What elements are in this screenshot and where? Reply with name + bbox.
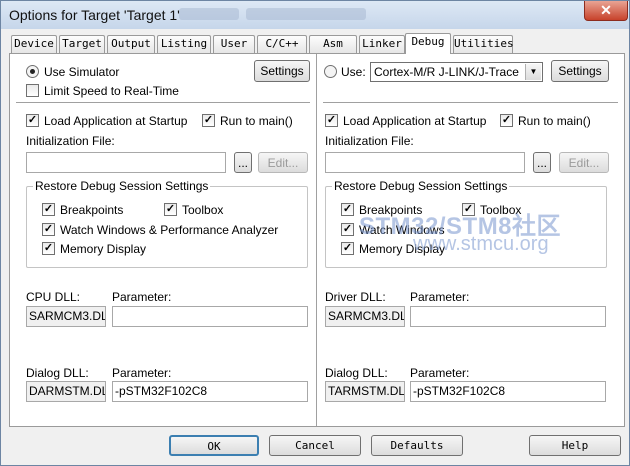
toolbox-label: Toolbox bbox=[182, 203, 224, 217]
cpu-dll-label: CPU DLL: bbox=[26, 290, 81, 304]
dialog-parameter-field[interactable]: -pSTM32F102C8 bbox=[410, 381, 606, 402]
breakpoints-checkbox[interactable]: ✓ bbox=[341, 203, 354, 216]
debugger-select-value: Cortex-M/R J-LINK/J-Trace bbox=[374, 65, 519, 79]
tab-c-cpp[interactable]: C/C++ bbox=[257, 35, 307, 53]
tab-linker[interactable]: Linker bbox=[359, 35, 405, 53]
init-file-browse-button[interactable]: ... bbox=[234, 152, 252, 173]
tab-utilities[interactable]: Utilities bbox=[453, 35, 514, 53]
driver-parameter-field[interactable] bbox=[410, 306, 606, 327]
use-simulator-label: Use Simulator bbox=[44, 65, 120, 79]
help-button[interactable]: Help bbox=[529, 435, 621, 456]
tab-output[interactable]: Output bbox=[107, 35, 155, 53]
tab-asm[interactable]: Asm bbox=[309, 35, 357, 53]
tab-listing[interactable]: Listing bbox=[157, 35, 211, 53]
breakpoints-label: Breakpoints bbox=[60, 203, 124, 217]
blurred-title-area bbox=[246, 8, 366, 20]
ok-button[interactable]: OK bbox=[169, 435, 259, 456]
watch-windows-checkbox[interactable]: ✓ bbox=[42, 223, 55, 236]
init-file-browse-button[interactable]: ... bbox=[533, 152, 551, 173]
cpu-parameter-field[interactable] bbox=[112, 306, 308, 327]
driver-dll-label: Driver DLL: bbox=[325, 290, 386, 304]
blurred-title-area bbox=[179, 8, 239, 20]
driver-dll-field[interactable]: SARMCM3.DLL bbox=[325, 306, 405, 327]
init-file-input[interactable] bbox=[26, 152, 226, 173]
run-to-main-label: Run to main() bbox=[220, 114, 293, 128]
tab-device[interactable]: Device bbox=[11, 35, 57, 53]
title-bar: Options for Target 'Target 1' ✕ bbox=[1, 1, 629, 29]
init-file-edit-button[interactable]: Edit... bbox=[559, 152, 609, 173]
simulator-column: Use Simulator Limit Speed to Real-Time S… bbox=[10, 54, 316, 426]
use-target-radio[interactable] bbox=[324, 65, 337, 78]
init-file-label: Initialization File: bbox=[26, 134, 115, 148]
run-to-main-checkbox[interactable]: ✓ bbox=[500, 114, 513, 127]
debugger-select[interactable]: Cortex-M/R J-LINK/J-Trace ▼ bbox=[370, 62, 543, 82]
separator bbox=[16, 102, 310, 104]
load-app-checkbox[interactable]: ✓ bbox=[325, 114, 338, 127]
init-file-edit-button[interactable]: Edit... bbox=[258, 152, 308, 173]
tab-user[interactable]: User bbox=[213, 35, 255, 53]
cancel-button[interactable]: Cancel bbox=[269, 435, 361, 456]
use-simulator-radio[interactable] bbox=[26, 65, 39, 78]
driver-parameter-label: Parameter: bbox=[410, 290, 470, 304]
toolbox-checkbox[interactable]: ✓ bbox=[164, 203, 177, 216]
watch-windows-label: Watch Windows & Performance Analyzer bbox=[60, 223, 279, 237]
cpu-parameter-label: Parameter: bbox=[112, 290, 172, 304]
cpu-dll-field[interactable]: SARMCM3.DLL bbox=[26, 306, 106, 327]
defaults-button[interactable]: Defaults bbox=[371, 435, 463, 456]
use-target-label: Use: bbox=[341, 65, 366, 79]
run-to-main-label: Run to main() bbox=[518, 114, 591, 128]
driver-settings-button[interactable]: Settings bbox=[551, 60, 609, 82]
dialog-dll-field[interactable]: TARMSTM.DLL bbox=[325, 381, 405, 402]
tab-debug[interactable]: Debug bbox=[405, 33, 451, 54]
dialog-parameter-label: Parameter: bbox=[112, 366, 172, 380]
window-title: Options for Target 'Target 1' bbox=[9, 7, 180, 23]
watermark-url: www.stmcu.org bbox=[413, 233, 549, 255]
dialog-dll-field[interactable]: DARMSTM.DLL bbox=[26, 381, 106, 402]
dialog-dll-label: Dialog DLL: bbox=[325, 366, 388, 380]
restore-session-legend: Restore Debug Session Settings bbox=[332, 179, 510, 193]
load-app-label: Load Application at Startup bbox=[343, 114, 487, 128]
dialog-parameter-field[interactable]: -pSTM32F102C8 bbox=[112, 381, 308, 402]
load-app-checkbox[interactable]: ✓ bbox=[26, 114, 39, 127]
restore-session-legend: Restore Debug Session Settings bbox=[33, 179, 211, 193]
tab-target[interactable]: Target bbox=[59, 35, 105, 53]
memory-display-checkbox[interactable]: ✓ bbox=[42, 242, 55, 255]
memory-display-checkbox[interactable]: ✓ bbox=[341, 242, 354, 255]
dialog-parameter-label: Parameter: bbox=[410, 366, 470, 380]
separator bbox=[323, 102, 618, 104]
init-file-label: Initialization File: bbox=[325, 134, 414, 148]
simulator-settings-button[interactable]: Settings bbox=[254, 60, 310, 82]
limit-speed-checkbox[interactable] bbox=[26, 84, 39, 97]
breakpoints-checkbox[interactable]: ✓ bbox=[42, 203, 55, 216]
limit-speed-label: Limit Speed to Real-Time bbox=[44, 84, 179, 98]
init-file-input[interactable] bbox=[325, 152, 525, 173]
options-dialog: Options for Target 'Target 1' ✕ Device T… bbox=[0, 0, 630, 466]
dialog-dll-label: Dialog DLL: bbox=[26, 366, 89, 380]
watch-windows-checkbox[interactable]: ✓ bbox=[341, 223, 354, 236]
close-icon[interactable]: ✕ bbox=[584, 1, 628, 21]
chevron-down-icon: ▼ bbox=[525, 64, 541, 80]
load-app-label: Load Application at Startup bbox=[44, 114, 188, 128]
memory-display-label: Memory Display bbox=[60, 242, 147, 256]
run-to-main-checkbox[interactable]: ✓ bbox=[202, 114, 215, 127]
